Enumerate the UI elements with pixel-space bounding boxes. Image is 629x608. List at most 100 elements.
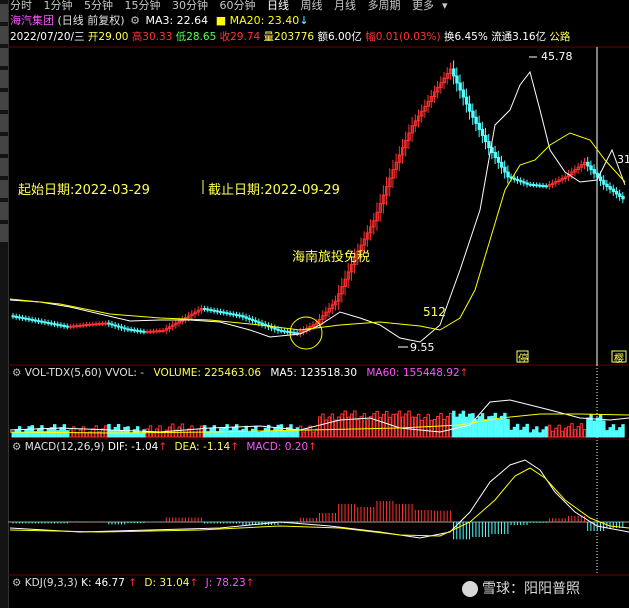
candle-body [100, 322, 105, 325]
volume-bar [394, 413, 399, 438]
candle-body [212, 309, 217, 312]
volume-bar [330, 413, 335, 438]
candle-body [238, 314, 242, 317]
kdj-indicator-name[interactable]: KDJ(9,3,3) [25, 577, 78, 589]
candle-body [123, 327, 127, 330]
volume-bar [199, 425, 204, 438]
candle-body [225, 312, 229, 315]
chart-canvas[interactable] [0, 0, 629, 608]
candle-body [484, 135, 488, 143]
candle-body [132, 329, 137, 332]
volume-bar [554, 427, 558, 438]
volume-bar [484, 419, 488, 438]
macd-value: MACD: 0.20 [246, 441, 309, 453]
volume-bar [432, 418, 437, 438]
candle-body [107, 322, 111, 325]
volume-bar [193, 431, 197, 438]
candle-body [84, 324, 89, 327]
candle-body [142, 330, 146, 333]
macd-indicator-name[interactable]: MACD(12,26,9) [25, 441, 105, 453]
vol-ma5: MA5: 123518.30 [270, 367, 358, 379]
candle-body [81, 324, 86, 327]
volume-bar [53, 424, 57, 438]
vol-volume: VOLUME: 225463.06 [153, 367, 262, 379]
volume-bar [388, 416, 392, 438]
volume-bar [560, 430, 565, 438]
candle-body [155, 330, 159, 333]
candle-body [88, 323, 92, 326]
candle-body [621, 195, 625, 200]
volume-bar [544, 426, 549, 438]
candle-body [78, 324, 82, 327]
volume-bar [605, 430, 609, 438]
candle-body [241, 315, 245, 318]
candle-body [11, 315, 15, 318]
volume-bar [120, 429, 124, 438]
volume-bar [429, 419, 434, 438]
candle-body [97, 323, 102, 326]
macd-dif: DIF: -1.04 [107, 441, 159, 453]
candle-body [139, 330, 143, 333]
candle-body [247, 317, 252, 320]
volume-bar [420, 419, 424, 438]
volume-bar [570, 423, 574, 438]
candle-body [499, 161, 504, 168]
volume-bar [567, 426, 571, 438]
volume-bar [321, 413, 325, 438]
candle-body [40, 320, 44, 323]
right-marker-label: 樱 [614, 354, 624, 365]
volume-bar [139, 432, 143, 438]
candle-body [503, 166, 507, 173]
dif-up-arrow-icon: ↑ [158, 441, 168, 453]
candle-body [519, 180, 523, 183]
candle-body [273, 327, 277, 330]
volume-bar [525, 423, 529, 438]
right-value-label: 31 [617, 153, 629, 166]
candle-body [506, 171, 510, 178]
watermark-text: 雪球：阳阳普照 [482, 581, 580, 597]
volume-bar [123, 426, 127, 438]
macd-settings-icon[interactable]: ⚙ [12, 441, 21, 453]
volume-bar [142, 429, 146, 438]
low-price-label: 9.55 [410, 341, 435, 354]
candle-body [14, 315, 19, 318]
end-date-label: 截止日期:2022-09-29 [208, 183, 340, 198]
candle-body [209, 309, 213, 312]
halt-marker-label: 停 [518, 354, 528, 365]
volume-bar [614, 430, 619, 438]
volume-bar [471, 413, 475, 438]
volume-bar [611, 424, 616, 438]
candle-body [589, 165, 593, 171]
volume-bar [263, 427, 268, 438]
volume-bar [14, 429, 19, 438]
volume-bar [203, 425, 207, 438]
volume-bar [426, 413, 430, 438]
volume-bar [538, 432, 542, 438]
candle-body [37, 320, 41, 323]
candle-body [544, 185, 549, 188]
vol-panel-header: ⚙ VOL-TDX(5,60) VVOL: - VOLUME: 225463.0… [12, 367, 468, 379]
volume-bar [270, 430, 274, 438]
kdj-j: J: 78.23 [205, 577, 246, 589]
snowball-logo-icon [462, 581, 478, 597]
candle-body [30, 318, 35, 321]
volume-bar [353, 410, 357, 438]
candle-body [148, 330, 153, 333]
vol-indicator-name[interactable]: VOL-TDX(5,60) [25, 367, 102, 379]
mark-512: 512 [423, 305, 446, 319]
candle-body [496, 156, 501, 163]
volume-bar [480, 413, 485, 438]
candle-body [158, 330, 162, 333]
volume-bar [503, 412, 507, 438]
candle-body [598, 176, 603, 182]
candle-body [254, 320, 258, 323]
vol-settings-icon[interactable]: ⚙ [12, 367, 21, 379]
volume-bar [75, 432, 79, 438]
candle-body [228, 312, 233, 315]
candle-body [512, 177, 517, 180]
kdj-settings-icon[interactable]: ⚙ [12, 577, 21, 589]
volume-bar [439, 412, 443, 438]
volume-bar [110, 429, 114, 438]
kdj-k: K: 46.77 [81, 577, 125, 589]
volume-bar [458, 413, 462, 438]
